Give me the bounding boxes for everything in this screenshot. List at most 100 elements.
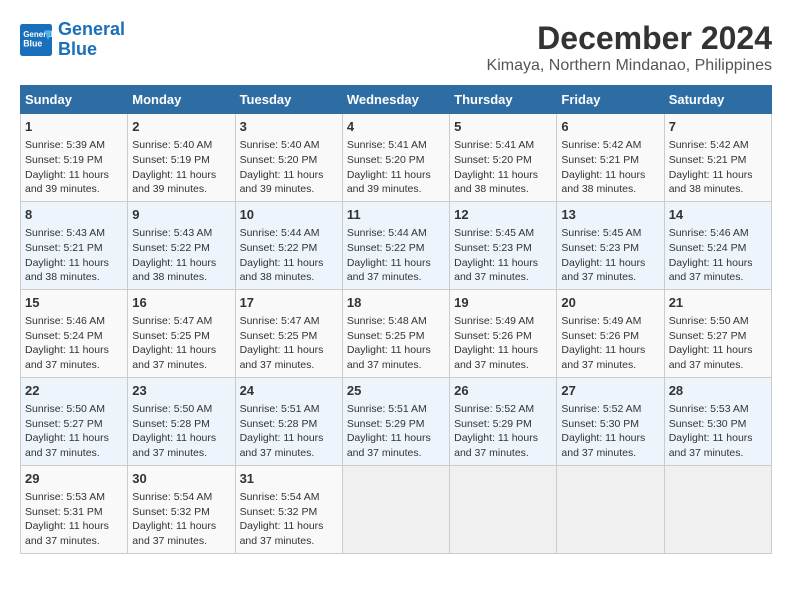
day-number: 1 — [25, 118, 123, 136]
day-number: 19 — [454, 294, 552, 312]
day-number: 24 — [240, 382, 338, 400]
svg-text:Blue: Blue — [23, 38, 42, 48]
daylight-text: Daylight: 11 hours and 38 minutes. — [25, 256, 123, 285]
daylight-text: Daylight: 11 hours and 37 minutes. — [561, 256, 659, 285]
sunrise-text: Sunrise: 5:54 AM — [132, 490, 230, 505]
sunset-text: Sunset: 5:24 PM — [669, 241, 767, 256]
sunrise-text: Sunrise: 5:52 AM — [454, 402, 552, 417]
sunset-text: Sunset: 5:25 PM — [240, 329, 338, 344]
daylight-text: Daylight: 11 hours and 38 minutes. — [132, 256, 230, 285]
sunset-text: Sunset: 5:26 PM — [454, 329, 552, 344]
day-header-monday: Monday — [128, 86, 235, 114]
daylight-text: Daylight: 11 hours and 38 minutes. — [669, 168, 767, 197]
daylight-text: Daylight: 11 hours and 37 minutes. — [347, 343, 445, 372]
sunset-text: Sunset: 5:29 PM — [347, 417, 445, 432]
sunset-text: Sunset: 5:22 PM — [347, 241, 445, 256]
sunset-text: Sunset: 5:22 PM — [240, 241, 338, 256]
calendar-cell: 7Sunrise: 5:42 AMSunset: 5:21 PMDaylight… — [664, 114, 771, 202]
calendar-cell — [664, 465, 771, 553]
calendar-week-row: 8Sunrise: 5:43 AMSunset: 5:21 PMDaylight… — [21, 201, 772, 289]
sunrise-text: Sunrise: 5:50 AM — [669, 314, 767, 329]
sunset-text: Sunset: 5:25 PM — [132, 329, 230, 344]
calendar-table: SundayMondayTuesdayWednesdayThursdayFrid… — [20, 85, 772, 554]
day-number: 20 — [561, 294, 659, 312]
sunrise-text: Sunrise: 5:51 AM — [240, 402, 338, 417]
day-number: 6 — [561, 118, 659, 136]
sunset-text: Sunset: 5:27 PM — [25, 417, 123, 432]
daylight-text: Daylight: 11 hours and 37 minutes. — [561, 343, 659, 372]
day-number: 12 — [454, 206, 552, 224]
sunset-text: Sunset: 5:23 PM — [454, 241, 552, 256]
day-number: 3 — [240, 118, 338, 136]
sunset-text: Sunset: 5:25 PM — [347, 329, 445, 344]
page-subtitle: Kimaya, Northern Mindanao, Philippines — [487, 57, 772, 75]
calendar-cell: 2Sunrise: 5:40 AMSunset: 5:19 PMDaylight… — [128, 114, 235, 202]
day-number: 18 — [347, 294, 445, 312]
day-number: 9 — [132, 206, 230, 224]
sunrise-text: Sunrise: 5:45 AM — [454, 226, 552, 241]
sunrise-text: Sunrise: 5:45 AM — [561, 226, 659, 241]
sunset-text: Sunset: 5:20 PM — [454, 153, 552, 168]
daylight-text: Daylight: 11 hours and 38 minutes. — [240, 256, 338, 285]
sunrise-text: Sunrise: 5:46 AM — [669, 226, 767, 241]
calendar-cell: 14Sunrise: 5:46 AMSunset: 5:24 PMDayligh… — [664, 201, 771, 289]
calendar-cell: 30Sunrise: 5:54 AMSunset: 5:32 PMDayligh… — [128, 465, 235, 553]
calendar-cell: 19Sunrise: 5:49 AMSunset: 5:26 PMDayligh… — [450, 289, 557, 377]
daylight-text: Daylight: 11 hours and 37 minutes. — [132, 343, 230, 372]
day-number: 13 — [561, 206, 659, 224]
daylight-text: Daylight: 11 hours and 37 minutes. — [240, 519, 338, 548]
sunrise-text: Sunrise: 5:44 AM — [347, 226, 445, 241]
calendar-cell: 5Sunrise: 5:41 AMSunset: 5:20 PMDaylight… — [450, 114, 557, 202]
daylight-text: Daylight: 11 hours and 37 minutes. — [669, 343, 767, 372]
calendar-cell — [342, 465, 449, 553]
day-header-thursday: Thursday — [450, 86, 557, 114]
sunset-text: Sunset: 5:32 PM — [240, 505, 338, 520]
daylight-text: Daylight: 11 hours and 37 minutes. — [561, 431, 659, 460]
calendar-cell: 24 Sunrise: 5:51 AMSunset: 5:28 PMDayligh… — [235, 377, 342, 465]
title-area: December 2024 Kimaya, Northern Mindanao,… — [487, 20, 772, 75]
daylight-text: Daylight: 11 hours and 37 minutes. — [132, 519, 230, 548]
daylight-text: Daylight: 11 hours and 38 minutes. — [454, 168, 552, 197]
day-number: 17 — [240, 294, 338, 312]
day-header-saturday: Saturday — [664, 86, 771, 114]
calendar-cell: 28Sunrise: 5:53 AMSunset: 5:30 PMDayligh… — [664, 377, 771, 465]
sunset-text: Sunset: 5:26 PM — [561, 329, 659, 344]
calendar-cell: 1Sunrise: 5:39 AMSunset: 5:19 PMDaylight… — [21, 114, 128, 202]
daylight-text: Daylight: 11 hours and 37 minutes. — [669, 431, 767, 460]
sunset-text: Sunset: 5:19 PM — [25, 153, 123, 168]
calendar-cell: 3Sunrise: 5:40 AMSunset: 5:20 PMDaylight… — [235, 114, 342, 202]
day-number: 29 — [25, 470, 123, 488]
sunrise-text: Sunrise: 5:52 AM — [561, 402, 659, 417]
daylight-text: Daylight: 11 hours and 37 minutes. — [240, 431, 338, 460]
sunrise-text: Sunrise: 5:53 AM — [25, 490, 123, 505]
sunrise-text: Sunrise: 5:53 AM — [669, 402, 767, 417]
sunset-text: Sunset: 5:21 PM — [669, 153, 767, 168]
sunrise-text: Sunrise: 5:40 AM — [240, 138, 338, 153]
sunset-text: Sunset: 5:27 PM — [669, 329, 767, 344]
daylight-text: Daylight: 11 hours and 37 minutes. — [454, 343, 552, 372]
sunset-text: Sunset: 5:21 PM — [25, 241, 123, 256]
sunrise-text: Sunrise: 5:51 AM — [347, 402, 445, 417]
sunrise-text: Sunrise: 5:41 AM — [454, 138, 552, 153]
sunrise-text: Sunrise: 5:47 AM — [132, 314, 230, 329]
daylight-text: Daylight: 11 hours and 37 minutes. — [25, 343, 123, 372]
sunset-text: Sunset: 5:28 PM — [240, 417, 338, 432]
calendar-cell: 29Sunrise: 5:53 AMSunset: 5:31 PMDayligh… — [21, 465, 128, 553]
daylight-text: Daylight: 11 hours and 37 minutes. — [25, 431, 123, 460]
calendar-cell: 23Sunrise: 5:50 AMSunset: 5:28 PMDayligh… — [128, 377, 235, 465]
daylight-text: Daylight: 11 hours and 39 minutes. — [132, 168, 230, 197]
day-number: 25 — [347, 382, 445, 400]
day-number: 2 — [132, 118, 230, 136]
calendar-cell — [557, 465, 664, 553]
sunrise-text: Sunrise: 5:39 AM — [25, 138, 123, 153]
calendar-cell: 10Sunrise: 5:44 AMSunset: 5:22 PMDayligh… — [235, 201, 342, 289]
sunrise-text: Sunrise: 5:54 AM — [240, 490, 338, 505]
sunrise-text: Sunrise: 5:50 AM — [132, 402, 230, 417]
calendar-body: 1 Sunrise: 5:39 AMSunset: 5:19 PM Daylight… — [21, 114, 772, 554]
day-number: 16 — [132, 294, 230, 312]
sunset-text: Sunset: 5:28 PM — [132, 417, 230, 432]
sunrise-text: Sunrise: 5:43 AM — [25, 226, 123, 241]
daylight-text: Daylight: 11 hours and 39 minutes. — [347, 168, 445, 197]
day-number: 26 — [454, 382, 552, 400]
day-number: 27 — [561, 382, 659, 400]
